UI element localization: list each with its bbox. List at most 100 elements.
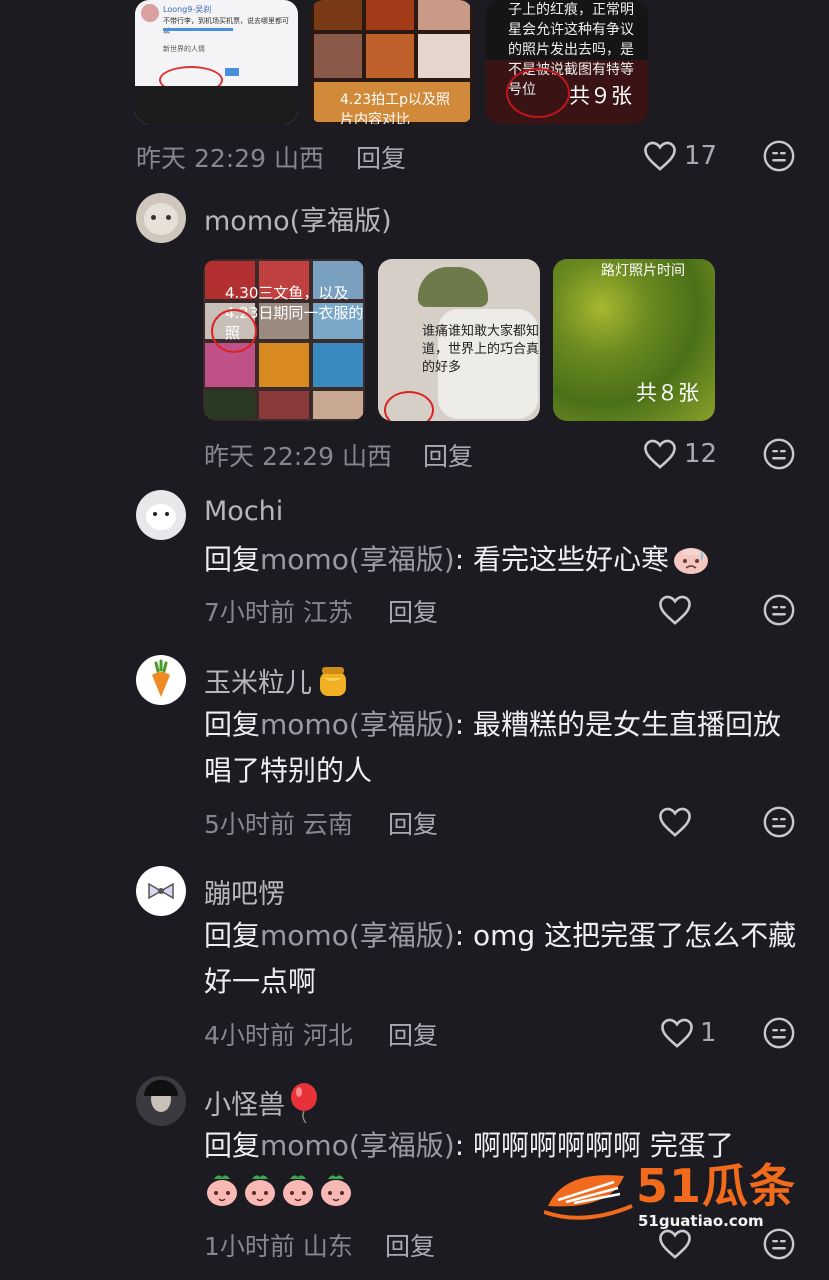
sad-emoji-icon (674, 548, 709, 574)
avatar[interactable] (136, 655, 186, 705)
reply-text: : 啊啊啊啊啊啊 完蛋了 (454, 1129, 734, 1162)
mini-avatar (141, 4, 159, 22)
emoji-reaction-icon[interactable] (762, 593, 796, 627)
collage-cell (314, 34, 362, 78)
comment-image-1[interactable]: Loong9-吴刹 不带行李，到机场买机票，说去哪里都可以 新世界的人情 (135, 0, 298, 124)
collage-cell (366, 0, 414, 30)
reply-prefix: 回复 (204, 919, 261, 952)
username[interactable]: 玉米粒儿 (204, 661, 352, 700)
reply-prefix: 回复 (204, 543, 261, 576)
reply-to-user[interactable]: momo(享福版) (260, 1129, 455, 1162)
reply-to-user[interactable]: momo(享福版) (260, 919, 455, 952)
emoji-reaction-icon[interactable] (762, 437, 796, 471)
carrot-icon (152, 659, 170, 697)
dog-eye (165, 512, 169, 516)
emoji-reaction-icon[interactable] (762, 1227, 796, 1261)
watermark-logo: 51瓜条 51guatiao.com (544, 1160, 804, 1230)
thumb-button (225, 68, 239, 76)
dog-eye (153, 512, 157, 516)
reply-text: : 看完这些好心寒 (454, 543, 670, 576)
thumb-dark-strip (135, 86, 298, 124)
watermark-brand: 51瓜条 (636, 1159, 797, 1213)
cat-eye (151, 215, 156, 220)
peach-emoji-icon (283, 1175, 313, 1206)
username-text: 小怪兽 (204, 1090, 285, 1121)
bow-icon (148, 882, 174, 900)
username-text: 玉米粒儿 (204, 668, 312, 699)
reply-time-location: 7小时前 江苏 (204, 598, 353, 627)
heart-icon[interactable] (659, 1017, 695, 1049)
reply-to-user[interactable]: momo(享福版) (260, 543, 455, 576)
thumb-caption: 4.23拍工p以及照片内容对比 (340, 92, 451, 124)
reply-button[interactable]: 回复 (356, 139, 406, 175)
comment-image-3[interactable]: 子上的红痕，正常明星会允许这种有争议的照片发出去吗，是不是被说截图有特等号位 共… (486, 0, 648, 124)
heart-icon[interactable] (657, 594, 693, 626)
collage-cell (418, 34, 470, 78)
honey-emoji-icon (320, 667, 346, 696)
watermark-melon-icon (544, 1175, 633, 1220)
collage-cell (418, 0, 470, 30)
emoji-reaction-icon[interactable] (762, 805, 796, 839)
reply-body[interactable]: 回复momo(享福版): 看完这些好心寒 (204, 537, 804, 583)
comment-image-2[interactable]: 4.23拍工p以及照片内容对比 (310, 0, 473, 124)
like-count: 12 (684, 439, 718, 469)
reply-button[interactable]: 回复 (423, 437, 473, 473)
username[interactable]: 蹦吧愣 (204, 872, 285, 911)
comment-time-location: 昨天 22:29 山西 (136, 144, 324, 173)
comment-image-5[interactable]: 谁痛谁知敢大家都知道，世界上的巧合真的好多 (378, 259, 540, 421)
username[interactable]: Mochi (204, 496, 283, 527)
reply-button[interactable]: 回复 (385, 1227, 435, 1263)
collage-cell (314, 0, 362, 30)
collage-cell (313, 391, 363, 419)
emoji-reaction-icon[interactable] (762, 139, 796, 173)
heart-icon[interactable] (642, 438, 678, 470)
username[interactable]: momo(享福版) (204, 199, 392, 238)
dog-face (146, 504, 176, 530)
reply-time-location: 1小时前 山东 (204, 1232, 353, 1261)
reply-button[interactable]: 回复 (388, 805, 438, 841)
cat-face (144, 203, 178, 235)
thumb-caption: 谁痛谁知敢大家都知道，世界上的巧合真的好多 (422, 324, 540, 375)
avatar[interactable] (136, 866, 186, 916)
heart-icon[interactable] (657, 1228, 693, 1260)
comment-image-6[interactable]: 路灯照片时间 共８张 (553, 259, 715, 421)
comment-image-4[interactable]: 4.30三文鱼，以及4.23日期同一衣服的照 (203, 259, 365, 421)
like-count: 1 (700, 1018, 717, 1048)
peach-emoji-icon (207, 1175, 237, 1206)
red-circle-mark (384, 391, 434, 421)
emoji-reaction-icon[interactable] (762, 1016, 796, 1050)
collage-cell (205, 391, 255, 419)
reply-button[interactable]: 回复 (388, 593, 438, 629)
reply-time-location: 5小时前 云南 (204, 810, 353, 839)
reply-button[interactable]: 回复 (388, 1016, 438, 1052)
comment-time-location: 昨天 22:29 山西 (204, 442, 392, 471)
cat-eye (166, 215, 171, 220)
red-circle-mark (506, 68, 570, 118)
thumb-caption: Loong9-吴刹 (163, 5, 212, 14)
image-count: 共８张 (636, 381, 699, 405)
reply-to-user[interactable]: momo(享福版) (260, 708, 455, 741)
avatar[interactable] (136, 490, 186, 540)
avatar[interactable] (136, 193, 186, 243)
collage-cell (259, 391, 309, 419)
red-circle-mark (211, 309, 257, 353)
reply-time-location: 4小时前 河北 (204, 1021, 353, 1050)
thumb-caption: 不带行李，到机场买机票，说去哪里都可以 (163, 17, 289, 35)
reply-body[interactable]: 回复momo(享福版): omg 这把完蛋了怎么不藏好一点啊 (204, 913, 804, 1005)
collage-cell (366, 34, 414, 78)
thumb-caption: 新世界的人情 (163, 45, 205, 53)
collage-cell (259, 343, 309, 387)
balloon-emoji-icon (291, 1083, 317, 1124)
reply-body[interactable]: 回复momo(享福版): 最糟糕的是女生直播回放唱了特别的人 (204, 702, 804, 794)
username[interactable]: 小怪兽 (204, 1082, 321, 1124)
peach-emoji-row (204, 1175, 356, 1208)
reply-prefix: 回复 (204, 1129, 261, 1162)
heart-icon[interactable] (657, 806, 693, 838)
avatar[interactable] (136, 1076, 186, 1126)
image-count: 共９张 (569, 84, 632, 108)
green-cap (418, 267, 488, 307)
thumb-caption: 路灯照片时间 (601, 263, 685, 279)
like-count: 17 (684, 141, 718, 171)
heart-icon[interactable] (642, 140, 678, 172)
peach-emoji-icon (321, 1175, 351, 1206)
